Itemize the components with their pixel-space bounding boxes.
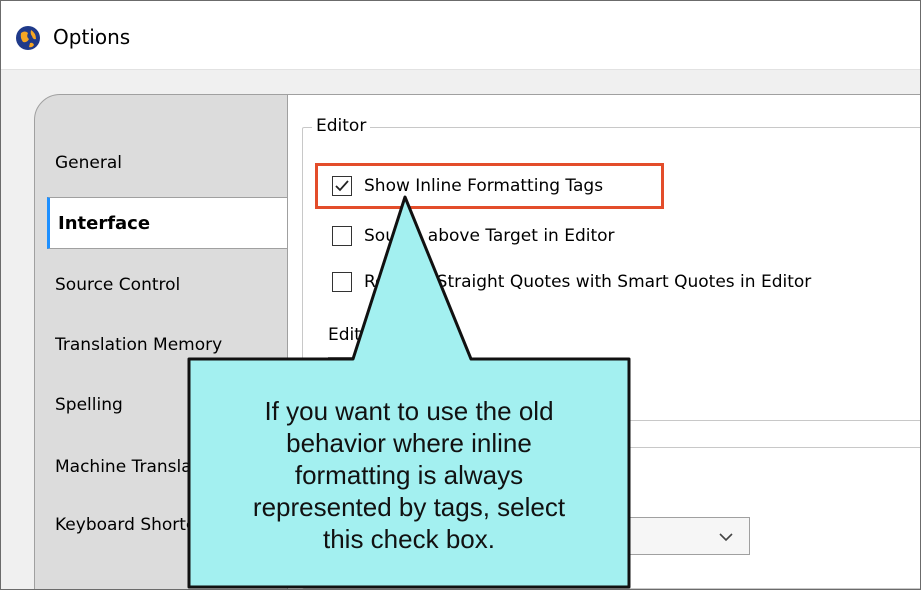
editor-group-label: Editor [312,116,371,136]
checkbox-box[interactable] [332,226,352,246]
tab-label: Spelling [55,395,123,415]
tab-label: Translation Memory [55,335,223,355]
callout-line: behavior where inline [286,428,532,458]
smart-quotes-checkbox[interactable]: Replace Straight Quotes with Smart Quote… [332,269,811,295]
globe-icon [16,26,40,50]
tab-general[interactable]: General [55,137,315,189]
checkbox-box[interactable] [332,272,352,292]
tab-label: Interface [58,212,151,234]
highlight-frame [315,163,664,209]
chevron-down-icon [719,533,733,542]
checkbox-label: Source above Target in Editor [364,226,615,246]
source-above-target-checkbox[interactable]: Source above Target in Editor [332,223,615,249]
tab-label: General [55,153,122,173]
callout-text: If you want to use the old behavior wher… [193,365,625,585]
tab-source-control[interactable]: Source Control [55,259,315,311]
callout-line: formatting is always [294,460,524,490]
tab-label: Source Control [55,275,181,295]
callout-line: represented by tags, select [252,492,566,522]
callout-line: If you want to use the old [264,396,554,426]
window-title: Options [53,25,131,49]
callout-line: this check box. [323,524,495,554]
checkbox-label: Replace Straight Quotes with Smart Quote… [364,272,812,292]
tab-interface[interactable]: Interface [47,197,293,249]
title-bar[interactable]: Options [1,1,920,70]
editor-font-size-label: Editor Font Size [328,325,462,345]
options-window: Options General Interface Source Control… [0,0,921,590]
tab-translation-memory[interactable]: Translation Memory [55,319,315,371]
